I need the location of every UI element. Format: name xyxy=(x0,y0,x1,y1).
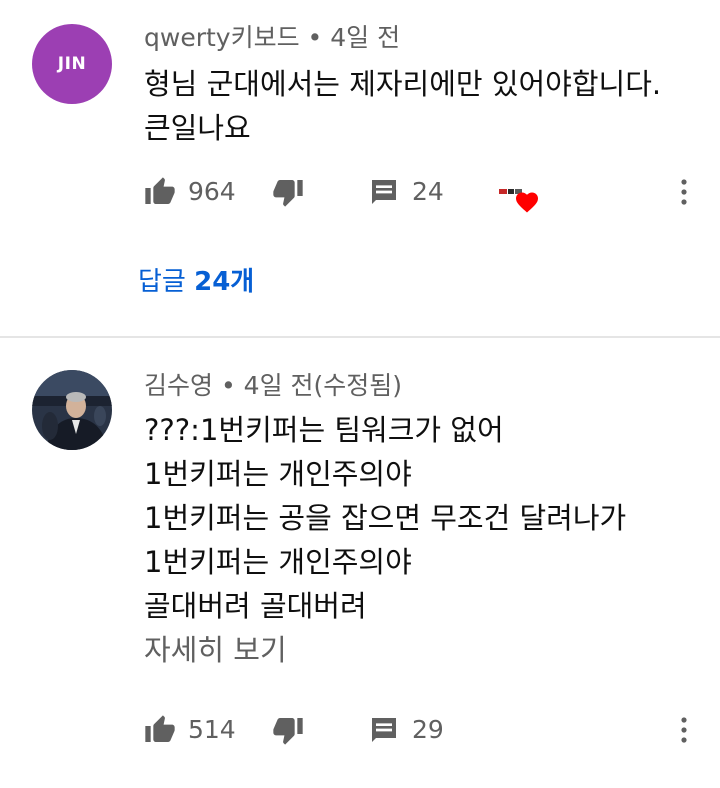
comment-text: ???:1번키퍼는 팀워크가 없어 1번키퍼는 개인주의야 1번키퍼는 공을 잡… xyxy=(144,408,626,672)
like-button[interactable]: 964 xyxy=(144,172,236,212)
comment-time: 4일 전(수정됨) xyxy=(243,371,403,400)
like-count: 514 xyxy=(188,715,236,744)
comment-meta: qwerty키보드 • 4일 전 xyxy=(144,22,400,54)
comment-1: JIN qwerty키보드 • 4일 전 형님 군대에서는 제자리에만 있어야합… xyxy=(0,0,720,336)
author-name[interactable]: 김수영 xyxy=(144,371,213,400)
comment-line: 1번키퍼는 공을 잡으면 무조건 달려나가 xyxy=(144,501,627,535)
read-more-link[interactable]: 자세히 보기 xyxy=(144,628,626,672)
comment-icon xyxy=(372,180,396,204)
meta-separator: • xyxy=(307,23,323,52)
comment-line: 큰일나요 xyxy=(144,111,251,145)
more-options-button[interactable] xyxy=(672,172,696,212)
author-name[interactable]: qwerty키보드 xyxy=(144,23,300,52)
thumbs-up-icon xyxy=(145,715,175,742)
dislike-button[interactable] xyxy=(272,172,304,212)
thumbs-down-icon xyxy=(273,180,303,207)
avatar-photo xyxy=(32,370,112,450)
reply-button[interactable]: 24 xyxy=(368,172,444,212)
view-replies-link[interactable]: 답글 24개 xyxy=(138,264,254,300)
dislike-button[interactable] xyxy=(272,710,304,750)
comment-line: 골대버려 골대버려 xyxy=(144,589,367,623)
creator-heart-badge xyxy=(496,182,542,216)
comment-time: 4일 전 xyxy=(330,23,401,52)
like-button[interactable]: 514 xyxy=(144,710,236,750)
avatar-initials: JIN xyxy=(57,54,87,74)
comment-actions: 514 29 xyxy=(0,710,720,750)
thumbs-down-icon xyxy=(273,718,303,745)
more-options-button[interactable] xyxy=(672,710,696,750)
author-avatar[interactable]: JIN xyxy=(32,24,112,104)
more-vertical-icon xyxy=(681,717,687,743)
comment-line: 형님 군대에서는 제자리에만 있어야합니다. xyxy=(144,67,662,101)
replies-link-prefix: 답글 xyxy=(138,267,186,297)
comment-line: ???:1번키퍼는 팀워크가 없어 xyxy=(144,413,504,447)
comment-line: 1번키퍼는 개인주의야 xyxy=(144,545,412,579)
reply-count: 24 xyxy=(412,177,444,206)
creator-heart-icon xyxy=(498,186,538,213)
thumbs-up-icon xyxy=(145,177,175,204)
like-count: 964 xyxy=(188,177,236,206)
comment-meta: 김수영 • 4일 전(수정됨) xyxy=(144,370,402,402)
author-avatar[interactable] xyxy=(32,370,112,450)
replies-link-count: 24개 xyxy=(194,267,255,297)
meta-separator: • xyxy=(220,371,236,400)
reply-count: 29 xyxy=(412,715,444,744)
reply-button[interactable]: 29 xyxy=(368,710,444,750)
comment-line: 1번키퍼는 개인주의야 xyxy=(144,457,412,491)
comment-icon xyxy=(372,718,396,742)
comment-actions: 964 24 xyxy=(0,172,720,212)
more-vertical-icon xyxy=(681,179,687,205)
comment-text: 형님 군대에서는 제자리에만 있어야합니다. 큰일나요 xyxy=(144,62,661,150)
comment-2: 김수영 • 4일 전(수정됨) ???:1번키퍼는 팀워크가 없어 1번키퍼는 … xyxy=(0,338,720,788)
